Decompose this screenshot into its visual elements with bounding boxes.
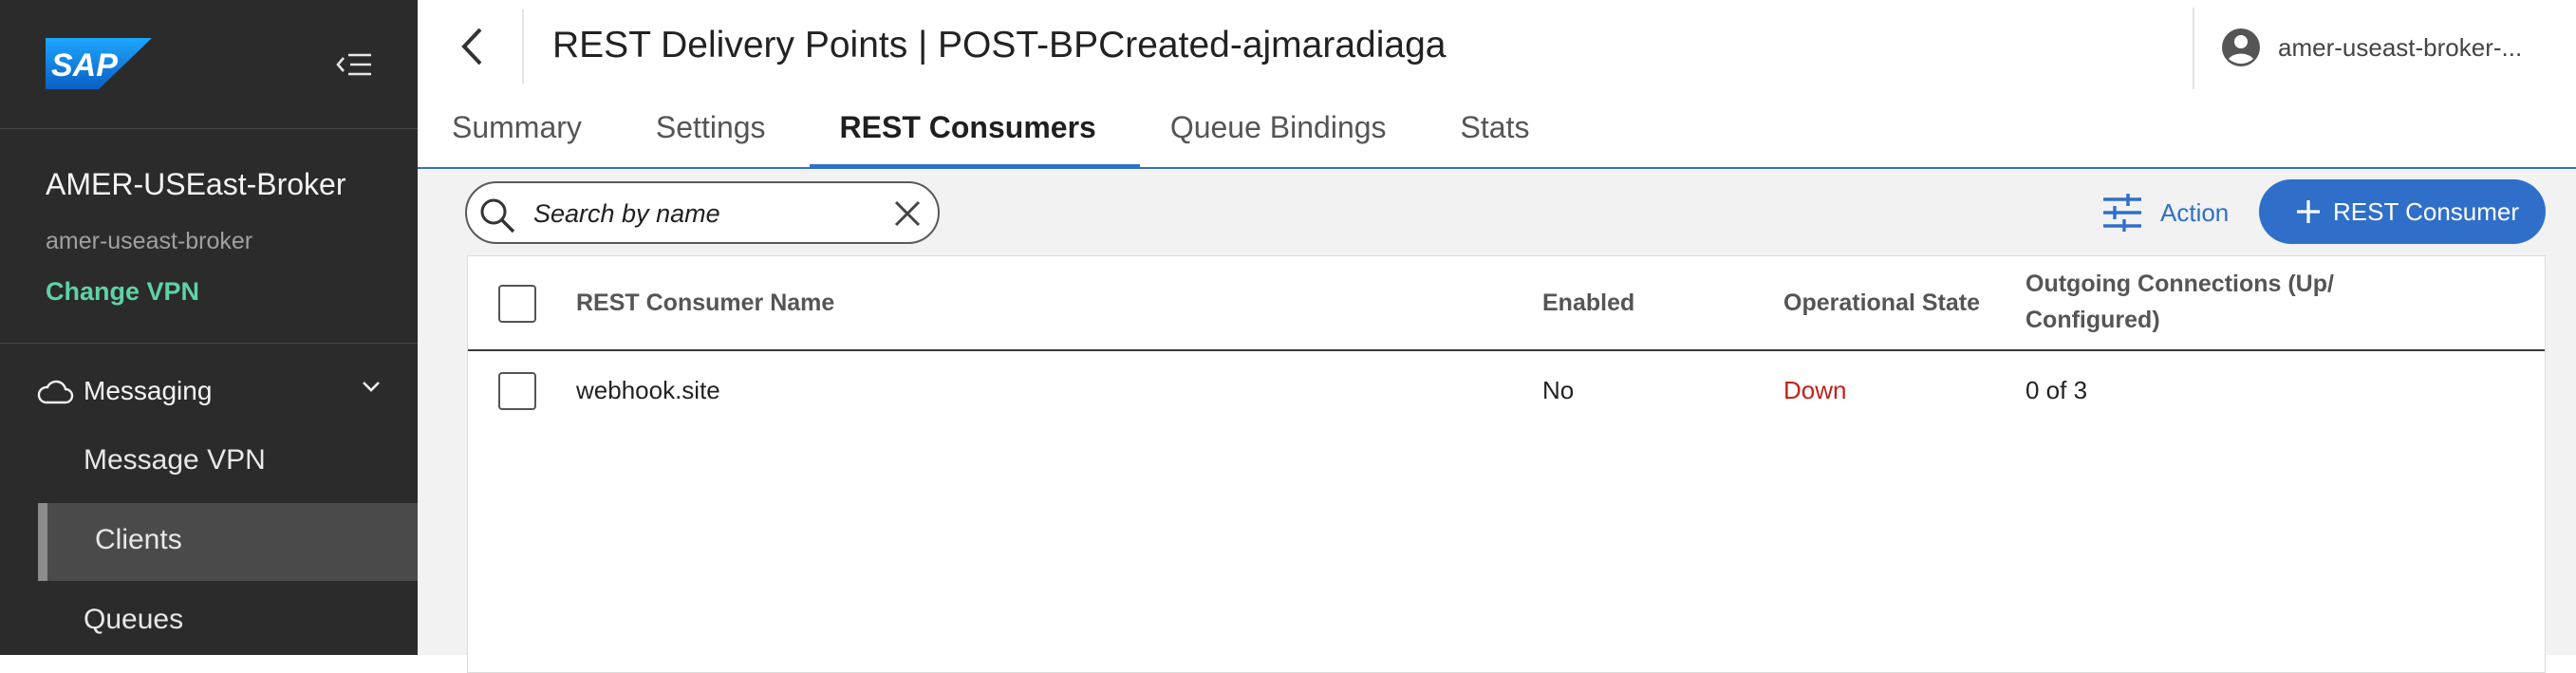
back-button[interactable] (452, 25, 492, 68)
column-header-operational-state[interactable]: Operational State (1783, 285, 1980, 321)
add-button-label: REST Consumer (2333, 196, 2520, 226)
user-avatar-icon (2222, 28, 2260, 66)
sliders-icon (2103, 194, 2141, 232)
tab-stats[interactable]: Stats (1461, 104, 1530, 169)
sidebar-item-queues[interactable]: Queues (38, 583, 418, 661)
plus-icon (2297, 200, 2320, 223)
select-all-checkbox[interactable] (498, 285, 536, 323)
table-header: REST Consumer Name Enabled Operational S… (468, 256, 2545, 351)
tab-rest-consumers[interactable]: REST Consumers (809, 104, 1141, 169)
sidebar-item-label: Message VPN (84, 444, 266, 476)
column-header-name[interactable]: REST Consumer Name (576, 285, 834, 321)
search-box[interactable] (465, 181, 940, 244)
collapse-sidebar-button[interactable] (332, 47, 376, 82)
rest-consumers-table: REST Consumer Name Enabled Operational S… (467, 255, 2546, 673)
sidebar-item-clients[interactable]: Clients (38, 503, 418, 581)
user-name: amer-useast-broker-... (2278, 32, 2523, 62)
action-button[interactable]: Action (2101, 191, 2229, 234)
chevron-left-icon (461, 28, 482, 65)
cell-operational-state: Down (1783, 376, 1847, 404)
sap-logo-text: SAP (51, 47, 118, 84)
chevron-down-icon (363, 382, 380, 392)
add-rest-consumer-button[interactable]: REST Consumer (2259, 179, 2546, 244)
tab-bar: Summary Settings REST Consumers Queue Bi… (452, 104, 1529, 169)
content-area: Action REST Consumer REST Consumer Name … (418, 170, 2576, 673)
broker-name: AMER-USEast-Broker (46, 167, 346, 201)
tab-queue-bindings[interactable]: Queue Bindings (1170, 104, 1387, 169)
search-icon (480, 198, 515, 234)
action-label: Action (2160, 197, 2230, 227)
nav-group-label: Messaging (84, 376, 213, 405)
sidebar-item-message-vpn[interactable]: Message VPN (38, 423, 418, 501)
sap-logo: SAP (46, 38, 152, 89)
collapse-menu-icon (336, 53, 371, 76)
tab-settings[interactable]: Settings (656, 104, 766, 169)
header-divider (522, 9, 524, 84)
cell-outgoing-connections: 0 of 3 (2025, 376, 2088, 404)
change-vpn-link[interactable]: Change VPN (46, 277, 199, 307)
row-checkbox[interactable] (498, 372, 536, 410)
tab-summary[interactable]: Summary (452, 104, 582, 169)
cloud-icon (37, 380, 74, 404)
table-row[interactable]: webhook.site No Down 0 of 3 (468, 353, 2545, 435)
user-menu[interactable]: amer-useast-broker-... (2221, 27, 2536, 68)
broker-id: amer-useast-broker (46, 228, 253, 254)
logo-row: SAP (0, 0, 418, 129)
page-title: REST Delivery Points | POST-BPCreated-aj… (552, 25, 1447, 65)
column-header-outgoing-connections[interactable]: Outgoing Connections (Up/ Configured) (2025, 266, 2424, 338)
cell-consumer-name[interactable]: webhook.site (576, 376, 720, 405)
sidebar: SAP AMER-USEast-Broker amer-useast-broke… (0, 0, 418, 655)
header: REST Delivery Points | POST-BPCreated-aj… (418, 0, 2576, 169)
user-divider (2193, 8, 2194, 89)
column-header-enabled[interactable]: Enabled (1542, 285, 1634, 321)
sidebar-item-label: Clients (95, 524, 182, 555)
cell-enabled: No (1542, 376, 1575, 404)
broker-block: AMER-USEast-Broker amer-useast-broker Ch… (0, 129, 418, 344)
sidebar-item-label: Queues (84, 604, 184, 635)
clear-search-icon[interactable] (892, 198, 923, 229)
search-input[interactable] (533, 196, 875, 231)
